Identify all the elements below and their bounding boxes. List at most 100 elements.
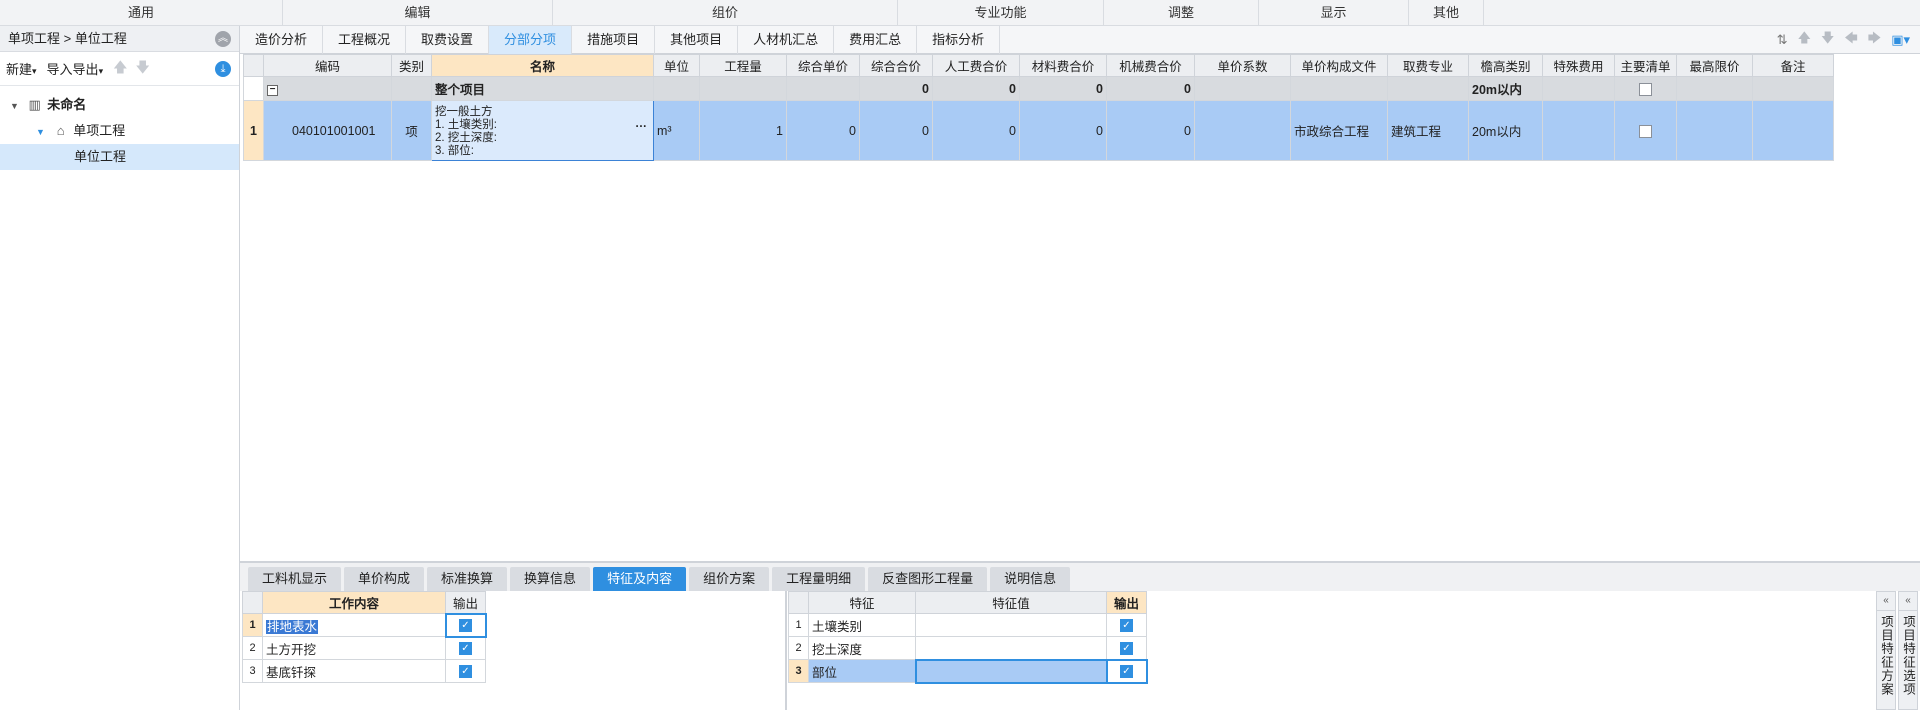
header-max-price[interactable]: 最高限价: [1676, 54, 1753, 77]
tab-description[interactable]: 说明信息: [990, 567, 1071, 591]
tab-indicator-analysis[interactable]: 指标分析: [917, 26, 1001, 54]
output-checkbox[interactable]: ✓: [459, 619, 472, 633]
ribbon-group-other[interactable]: 其他: [1409, 0, 1484, 26]
header-fee-specialty[interactable]: 取费专业: [1387, 54, 1469, 77]
table-row[interactable]: 1 土壤类别 ✓: [788, 613, 1147, 637]
arrow-down-icon[interactable]: 🡇: [1821, 29, 1834, 51]
tab-labor-material-machine[interactable]: 人材机汇总: [738, 26, 835, 54]
output-checkbox[interactable]: ✓: [1120, 665, 1133, 679]
header-output[interactable]: 输出: [1106, 591, 1147, 614]
collapse-up-icon[interactable]: ︽: [215, 31, 231, 47]
code-cell[interactable]: −: [263, 76, 392, 101]
arrow-up-icon[interactable]: 🡅: [1798, 29, 1811, 51]
tab-graphic-quantity[interactable]: 反查图形工程量: [868, 567, 988, 591]
tab-cost-analysis[interactable]: 造价分析: [240, 26, 324, 54]
header-work-content[interactable]: 工作内容: [262, 591, 446, 614]
work-content-cell[interactable]: 基底钎探: [262, 659, 446, 683]
table-row[interactable]: 1 排地表水 ✓: [242, 612, 487, 638]
collapse-minus-icon[interactable]: −: [267, 85, 278, 96]
category-cell[interactable]: [391, 76, 432, 101]
header-composite-total[interactable]: 综合合价: [859, 54, 933, 77]
collapse-left-icon[interactable]: «: [1877, 594, 1895, 611]
table-row[interactable]: 3 部位 ✓: [788, 658, 1148, 684]
collapse-left-icon[interactable]: «: [1899, 594, 1917, 611]
tab-fee-summary[interactable]: 费用汇总: [834, 26, 918, 54]
feature-cell[interactable]: 土壤类别: [808, 613, 916, 637]
feature-value-cell[interactable]: [915, 636, 1107, 660]
unit-price-cell[interactable]: 0: [786, 100, 860, 161]
tab-price-composition[interactable]: 单价构成: [344, 567, 425, 591]
fee-specialty-cell[interactable]: 建筑工程: [1387, 100, 1469, 161]
import-export-button[interactable]: 导入导出▾: [47, 59, 104, 78]
more-options-icon[interactable]: ···: [636, 121, 648, 134]
tab-measures[interactable]: 措施项目: [572, 26, 656, 54]
ribbon-group-general[interactable]: 通用: [0, 0, 283, 26]
feature-cell[interactable]: 挖土深度: [808, 636, 916, 660]
max-price-cell[interactable]: [1676, 100, 1753, 161]
tree-node-single-project[interactable]: ▼ ⌂ 单项工程: [0, 118, 239, 144]
header-labor-total[interactable]: 人工费合价: [932, 54, 1020, 77]
main-list-cell[interactable]: [1614, 100, 1677, 161]
output-cell[interactable]: ✓: [445, 659, 486, 683]
composition-file-cell[interactable]: 市政综合工程: [1290, 100, 1388, 161]
column-settings-icon[interactable]: ▣▾: [1891, 32, 1910, 48]
table-row[interactable]: 2 土方开挖 ✓: [242, 636, 486, 660]
table-row[interactable]: 2 挖土深度 ✓: [788, 636, 1147, 660]
row-number-cell[interactable]: 1: [243, 100, 264, 161]
tab-conversion-info[interactable]: 换算信息: [510, 567, 591, 591]
header-eave-height[interactable]: 檐高类别: [1468, 54, 1543, 77]
category-cell[interactable]: 项: [391, 100, 432, 161]
move-down-icon[interactable]: 🡇: [136, 57, 150, 81]
new-button[interactable]: 新建▾: [6, 59, 37, 78]
main-list-cell[interactable]: [1614, 76, 1677, 101]
move-up-icon[interactable]: 🡅: [113, 57, 127, 81]
header-special-fee[interactable]: 特殊费用: [1542, 54, 1615, 77]
sort-icon[interactable]: ⇅: [1777, 32, 1788, 48]
header-code[interactable]: 编码: [263, 54, 392, 77]
output-checkbox[interactable]: ✓: [1120, 619, 1133, 633]
ribbon-group-special[interactable]: 专业功能: [898, 0, 1104, 26]
expand-triangle-icon[interactable]: ▼: [10, 93, 22, 119]
total-row[interactable]: − 整个项目 0 0 0 0 20m以内: [243, 76, 1834, 101]
ribbon-group-edit[interactable]: 编辑: [283, 0, 553, 26]
download-icon[interactable]: ⤓: [215, 61, 231, 77]
tab-standard-conversion[interactable]: 标准换算: [427, 567, 508, 591]
feature-value-cell[interactable]: [914, 658, 1108, 684]
ribbon-group-adjust[interactable]: 调整: [1104, 0, 1259, 26]
output-cell[interactable]: ✓: [1106, 613, 1147, 637]
feature-cell[interactable]: 部位: [808, 659, 916, 683]
arrow-right-icon[interactable]: 🡆: [1868, 29, 1881, 51]
tree-node-unit-project[interactable]: 单位工程: [0, 144, 239, 170]
feature-value-cell[interactable]: [915, 613, 1107, 637]
ribbon-group-display[interactable]: 显示: [1259, 0, 1409, 26]
output-checkbox[interactable]: ✓: [459, 642, 472, 656]
header-composition-file[interactable]: 单价构成文件: [1290, 54, 1388, 77]
unit-cell[interactable]: m³: [653, 100, 700, 161]
output-cell[interactable]: ✓: [1105, 658, 1148, 684]
table-row[interactable]: 1 040101001001 项 挖一般土方 1. 土壤类别: 2. 挖土深度:…: [243, 100, 1834, 161]
header-feature-value[interactable]: 特征值: [915, 591, 1107, 614]
tab-project-overview[interactable]: 工程概况: [323, 26, 407, 54]
tab-other-items[interactable]: 其他项目: [655, 26, 739, 54]
output-checkbox[interactable]: ✓: [459, 665, 472, 679]
output-checkbox[interactable]: ✓: [1120, 641, 1133, 655]
ribbon-group-pricing[interactable]: 组价: [553, 0, 898, 26]
header-remarks[interactable]: 备注: [1752, 54, 1834, 77]
header-unit-price[interactable]: 综合单价: [786, 54, 860, 77]
header-feature[interactable]: 特征: [808, 591, 916, 614]
header-material-total[interactable]: 材料费合价: [1019, 54, 1107, 77]
eave-height-cell[interactable]: 20m以内: [1468, 100, 1543, 161]
code-cell[interactable]: 040101001001: [263, 100, 392, 161]
name-cell[interactable]: 整个项目: [431, 76, 654, 101]
remarks-cell[interactable]: [1752, 100, 1834, 161]
coefficient-cell[interactable]: [1194, 100, 1291, 161]
header-quantity[interactable]: 工程量: [699, 54, 787, 77]
main-list-checkbox[interactable]: [1639, 82, 1652, 96]
expand-triangle-icon[interactable]: ▼: [36, 119, 48, 145]
selected-text[interactable]: 排地表水: [266, 619, 319, 634]
main-list-checkbox[interactable]: [1639, 124, 1652, 138]
feature-scheme-tab[interactable]: « 项目特征方案: [1876, 591, 1896, 710]
header-machine-total[interactable]: 机械费合价: [1106, 54, 1195, 77]
header-unit[interactable]: 单位: [653, 54, 700, 77]
header-name[interactable]: 名称: [431, 54, 654, 77]
